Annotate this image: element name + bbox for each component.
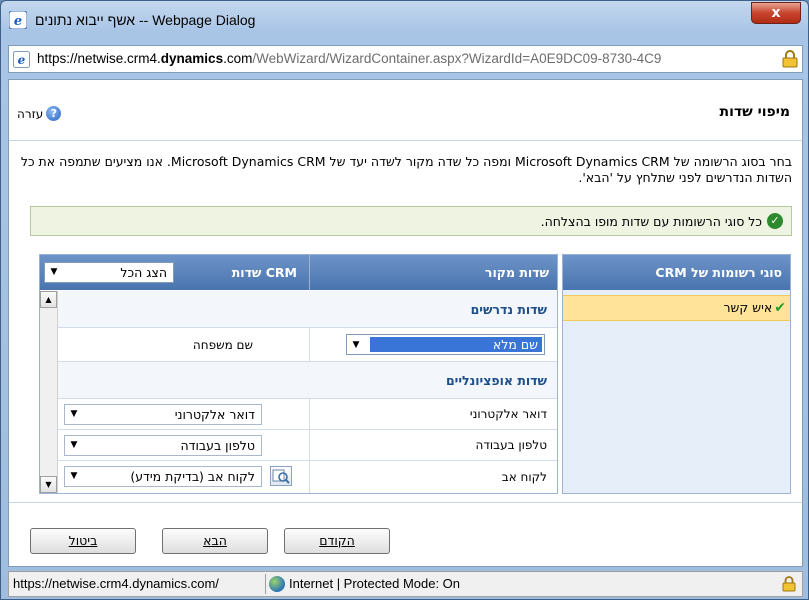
- address-bar[interactable]: e https://netwise.crm4.dynamics.com/WebW…: [8, 45, 803, 73]
- target-cell: שם משפחה: [58, 328, 309, 361]
- close-icon: x: [771, 5, 781, 21]
- crm-fields-label: שדות CRM: [231, 265, 297, 280]
- page-icon: e: [13, 51, 30, 68]
- chevron-down-icon: ▼: [50, 267, 58, 277]
- show-filter-select[interactable]: הצג הכל ▼: [44, 262, 174, 283]
- lock-icon[interactable]: [782, 50, 798, 68]
- security-zone[interactable]: Internet | Protected Mode: On: [289, 572, 460, 596]
- ie-icon: e: [9, 11, 27, 29]
- source-field-label: דואר אלקטרוני: [309, 399, 557, 429]
- window-title: אשף ייבוא נתונים -- Webpage Dialog: [35, 12, 256, 28]
- status-separator: [265, 574, 266, 594]
- lock-icon[interactable]: [782, 576, 796, 592]
- table-row: טלפון בעבודה טלפון בעבודה ▼: [58, 430, 557, 461]
- record-type-label: איש קשר: [723, 300, 773, 315]
- next-button[interactable]: הבא: [162, 528, 268, 554]
- status-url: https://netwise.crm4.dynamics.com/: [13, 576, 219, 591]
- target-field-select[interactable]: לקוח אב (בדיקת מידע) ▼: [64, 466, 262, 487]
- chevron-down-icon: ▼: [352, 339, 360, 350]
- scroll-up-button[interactable]: ▲: [40, 291, 57, 308]
- help-icon: ?: [46, 106, 62, 121]
- svg-text:e: e: [18, 53, 26, 67]
- success-notification: ✓ כל סוגי הרשומות עם שדות מופו בהצלחה.: [30, 206, 792, 236]
- page-title: מיפוי שדות: [719, 104, 790, 120]
- table-row: שם מלא ▼ שם משפחה: [58, 328, 557, 362]
- help-label: עזרה: [17, 106, 44, 121]
- footer-divider: [9, 502, 802, 503]
- dialog-window: e אשף ייבוא נתונים -- Webpage Dialog x e…: [0, 0, 809, 600]
- table-row: לקוח אב לקוח אב (בדיקת מידע) ▼: [58, 461, 557, 493]
- dialog-content: מיפוי שדות ? עזרה בחר בסוג הרשומה של Mic…: [8, 79, 803, 567]
- target-field-label: שם משפחה: [192, 337, 253, 352]
- source-field-label: לקוח אב: [309, 461, 557, 493]
- chevron-down-icon: ▼: [70, 409, 78, 419]
- source-cell: שם מלא ▼: [309, 328, 557, 361]
- divider: [9, 140, 802, 141]
- cancel-button[interactable]: ביטול: [30, 528, 136, 554]
- source-field-label: טלפון בעבודה: [309, 430, 557, 460]
- svg-text:e: e: [14, 14, 22, 29]
- globe-icon: [269, 576, 285, 592]
- title-bar: e אשף ייבוא נתונים -- Webpage Dialog x: [1, 1, 808, 41]
- instructions-text: בחר בסוג הרשומה של Microsoft Dynamics CR…: [20, 154, 792, 185]
- required-section-header: שדות נדרשים: [58, 291, 557, 328]
- optional-section-header: שדות אופציונליים: [58, 362, 557, 399]
- field-mapping-grid: שדות מקור שדות CRM הצג הכל ▼ ▲ ▼ שדות נד…: [39, 254, 558, 494]
- target-field-select[interactable]: טלפון בעבודה ▼: [64, 435, 262, 456]
- record-types-header: סוגי רשומות של CRM: [563, 255, 790, 290]
- target-cell: לקוח אב (בדיקת מידע) ▼: [58, 461, 309, 493]
- vertical-scrollbar[interactable]: ▲ ▼: [40, 291, 58, 493]
- success-check-icon: ✓: [767, 213, 783, 229]
- target-cell: דואר אלקטרוני ▼: [58, 399, 309, 429]
- record-type-item[interactable]: ✔ איש קשר: [563, 295, 790, 321]
- record-types-panel: סוגי רשומות של CRM ✔ איש קשר: [562, 254, 791, 494]
- grid-header: שדות מקור שדות CRM הצג הכל ▼: [40, 255, 557, 290]
- grid-body: שדות נדרשים שם מלא ▼ שם משפחה שדות אופצי…: [58, 291, 557, 493]
- checkmark-icon: ✔: [774, 300, 786, 316]
- url-text: https://netwise.crm4.dynamics.com/WebWiz…: [37, 51, 662, 66]
- help-link[interactable]: ? עזרה: [17, 106, 62, 121]
- chevron-down-icon: ▼: [70, 471, 78, 481]
- close-button[interactable]: x: [751, 2, 801, 24]
- header: מיפוי שדות ? עזרה: [9, 80, 802, 140]
- back-button[interactable]: הקודם: [284, 528, 390, 554]
- lookup-icon[interactable]: [270, 466, 292, 486]
- source-field-select[interactable]: שם מלא ▼: [346, 334, 545, 355]
- crm-fields-header: שדות CRM הצג הכל ▼: [40, 255, 309, 290]
- table-row: דואר אלקטרוני דואר אלקטרוני ▼: [58, 399, 557, 430]
- scroll-down-button[interactable]: ▼: [40, 476, 57, 493]
- success-message: כל סוגי הרשומות עם שדות מופו בהצלחה.: [540, 213, 762, 229]
- chevron-down-icon: ▼: [70, 440, 78, 450]
- target-field-select[interactable]: דואר אלקטרוני ▼: [64, 404, 262, 425]
- status-bar: https://netwise.crm4.dynamics.com/ Inter…: [8, 571, 803, 597]
- target-cell: טלפון בעבודה ▼: [58, 430, 309, 460]
- source-fields-header: שדות מקור: [309, 255, 557, 290]
